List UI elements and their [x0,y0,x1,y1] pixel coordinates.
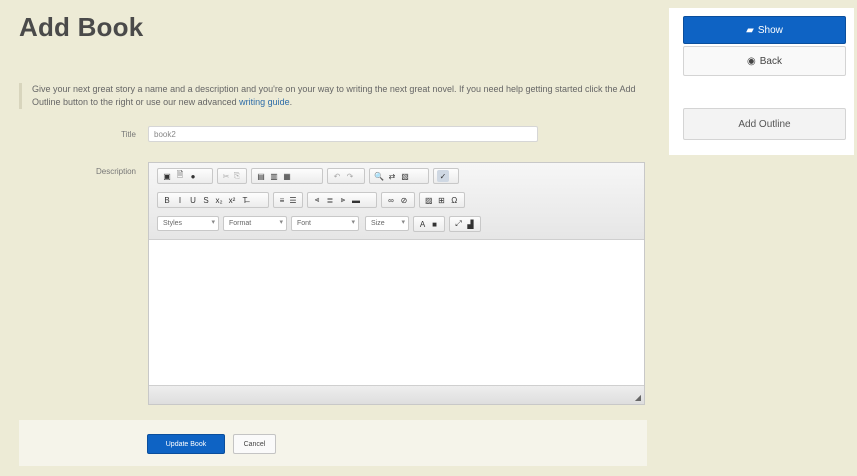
toolbar-group-links: ∞ ⊘ [381,192,415,208]
editor-content-area[interactable] [149,240,644,386]
toolbar-group-align: ⫷ ≣ ⫸ ▬ [307,192,377,208]
remove-format-icon[interactable]: T̶ [239,194,251,206]
toolbar-group-tools: ⤢ ▟ [449,216,481,232]
styles-combo-label: Styles [163,220,183,227]
image-icon[interactable]: ▨ [423,194,435,206]
paste-word-icon[interactable]: ▦ [281,170,293,182]
underline-icon[interactable]: U [187,194,199,206]
toolbar-group-lists: ≡ ☰ [273,192,303,208]
align-center-icon[interactable]: ≣ [324,194,336,206]
writing-guide-link[interactable]: writing guide [239,97,290,107]
show-button[interactable]: ▰ Show [683,16,846,44]
toolbar-group-undo: ↶ ↷ [327,168,365,184]
title-input[interactable] [148,126,538,142]
maximize-icon[interactable]: ⤢ [453,218,464,230]
find-icon[interactable]: 🔍 [373,170,385,182]
cut-icon[interactable]: ✂ [221,170,231,182]
align-right-icon[interactable]: ⫸ [337,194,349,206]
align-left-icon[interactable]: ⫷ [311,194,323,206]
editor-statusbar: ◢ [149,385,644,404]
rich-text-editor: ▣ 🗎 ● ✂ ⎘ ▤ ▥ ▦ ↶ ↷ 🔍 ⇄ ▧ ✓ B I U Sx₂ x² T̶ ≡ ☰ ⫷ ≣ ⫸ ▬ ∞… [148,162,645,405]
toolbar-group-paste: ▤ ▥ ▦ [251,168,323,184]
chevron-down-icon: ▾ [279,219,283,226]
bulleted-list-icon[interactable]: ☰ [288,194,298,206]
book-icon: ▰ [746,24,754,36]
back-button[interactable]: ◉ Back [683,46,846,76]
replace-icon[interactable]: ⇄ [386,170,398,182]
text-color-icon[interactable]: A [417,218,428,230]
italic-icon[interactable]: I [174,194,186,206]
preview-icon[interactable]: ● [187,170,199,182]
font-combo-label: Font [297,220,312,227]
chevron-down-icon: ▾ [351,219,355,226]
link-icon[interactable]: ∞ [385,194,397,206]
toolbar-group-colors: A ■ [413,216,445,232]
show-button-label: Show [757,24,783,36]
format-combo-label: Format [229,220,252,227]
toolbar-group-document: ▣ 🗎 ● [157,168,213,184]
special-char-icon[interactable]: Ω [448,194,460,206]
source-icon[interactable]: ▣ [161,170,173,182]
justify-icon[interactable]: ▬ [350,194,362,206]
chevron-down-icon: ▾ [401,219,405,226]
bg-color-icon[interactable]: ■ [429,218,440,230]
intro-text: Give your next great story a name and a … [19,83,662,109]
subscript-icon[interactable]: x₂ [213,194,225,206]
select-all-icon[interactable]: ▧ [399,170,411,182]
show-blocks-icon[interactable]: ▟ [465,218,476,230]
form-actions [19,420,647,466]
toolbar-group-insert: ▨ ⊞ Ω [419,192,465,208]
paste-text-icon[interactable]: ▥ [268,170,280,182]
numbered-list-icon[interactable]: ≡ [277,194,287,206]
page-title: Add Book [19,12,144,42]
cancel-button[interactable]: Cancel [233,434,276,454]
save-icon[interactable]: 🗎 [174,170,186,182]
unlink-icon[interactable]: ⊘ [398,194,410,206]
redo-icon[interactable]: ↷ [344,170,356,182]
format-combo[interactable]: Format ▾ [223,216,287,231]
bold-icon[interactable]: B [161,194,173,206]
font-combo[interactable]: Font ▾ [291,216,359,231]
strikethrough-icon[interactable]: S [200,194,212,206]
paste-icon[interactable]: ▤ [255,170,267,182]
resize-handle-icon[interactable]: ◢ [635,393,641,402]
undo-icon[interactable]: ↶ [331,170,343,182]
add-outline-button[interactable]: Add Outline [683,108,846,140]
back-button-label: Back [759,55,782,67]
chevron-down-icon: ▾ [211,219,215,226]
spellcheck-icon[interactable]: ✓ [437,170,449,182]
intro-body: Give your next great story a name and a … [32,84,636,107]
toolbar-group-basic-styles: B I U Sx₂ x² T̶ [157,192,269,208]
update-book-button[interactable]: Update Book [147,434,225,454]
description-label: Description [95,167,136,176]
superscript-icon[interactable]: x² [226,194,238,206]
copy-icon[interactable]: ⎘ [232,170,242,182]
toolbar-group-find: 🔍 ⇄ ▧ [369,168,429,184]
toolbar-group-spell: ✓ [433,168,459,184]
table-icon[interactable]: ⊞ [436,194,448,206]
styles-combo[interactable]: Styles ▾ [157,216,219,231]
toolbar-group-clipboard: ✂ ⎘ [217,168,247,184]
intro-end: . [289,97,293,107]
back-arrow-icon: ◉ [747,55,756,67]
editor-toolbar: ▣ 🗎 ● ✂ ⎘ ▤ ▥ ▦ ↶ ↷ 🔍 ⇄ ▧ ✓ B I U Sx₂ x² T̶ ≡ ☰ ⫷ ≣ ⫸ ▬ ∞… [149,163,644,240]
size-combo[interactable]: Size ▾ [365,216,409,231]
title-label: Title [121,130,136,139]
size-combo-label: Size [371,220,385,227]
